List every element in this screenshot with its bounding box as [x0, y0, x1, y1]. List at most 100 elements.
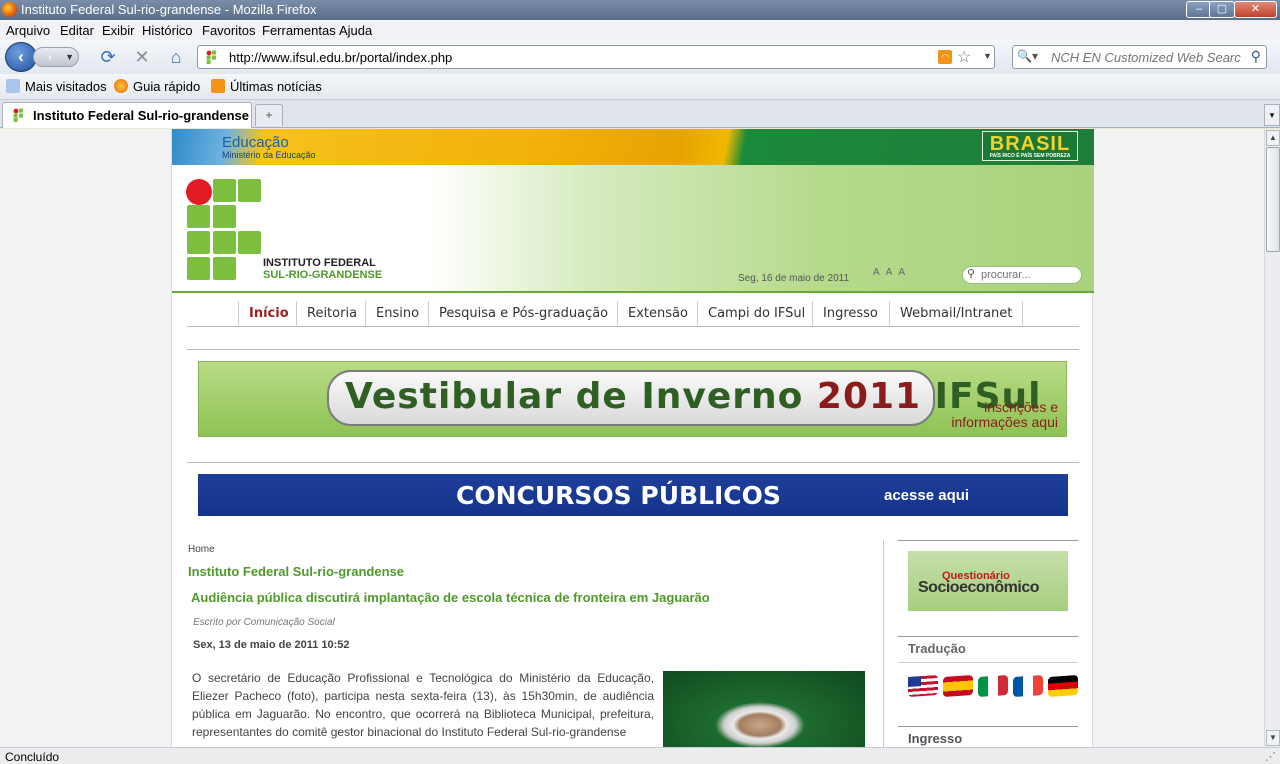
page-title: Instituto Federal Sul-rio-grandense — [188, 564, 404, 579]
scroll-down-icon[interactable]: ▼ — [1266, 730, 1280, 746]
logo-square — [213, 205, 236, 228]
nav-reitoria[interactable]: Reitoria — [296, 301, 367, 327]
reload-icon[interactable]: ⟳ — [98, 47, 118, 67]
menu-ajuda[interactable]: Ajuda — [339, 23, 372, 38]
rss-feed-icon — [211, 79, 225, 93]
bookmark-star-icon[interactable]: ☆ — [957, 47, 971, 67]
maximize-button[interactable]: ▢ — [1209, 1, 1235, 18]
us-flag-icon[interactable] — [908, 674, 938, 698]
firefox-icon — [2, 2, 17, 17]
close-button[interactable]: ✕ — [1234, 1, 1277, 18]
tab-strip: Instituto Federal Sul-rio-grandense + ▾ — [0, 100, 1280, 128]
main-navigation: Início Reitoria Ensino Pesquisa e Pós-gr… — [187, 301, 1079, 327]
article-body: O secretário de Educação Profissional e … — [192, 671, 654, 739]
url-dropdown-icon[interactable]: ▼ — [983, 51, 992, 61]
vestibular-banner-subtitle: inscrições e informações aqui — [951, 400, 1058, 430]
divider — [187, 462, 1079, 463]
logo-square — [187, 257, 210, 280]
home-icon[interactable]: ⌂ — [166, 47, 186, 67]
vestibular-sub-line2: informações aqui — [951, 414, 1058, 430]
site-search-input[interactable] — [981, 269, 1077, 281]
questionario-banner[interactable]: Questionário Socioeconômico — [908, 551, 1068, 611]
rss-feed-icon[interactable]: ◠ — [938, 50, 952, 64]
brasil-logo-text: BRASIL — [989, 133, 1071, 155]
translation-flags — [908, 674, 1078, 698]
sidebar-rule — [898, 662, 1078, 663]
window-title: Instituto Federal Sul-rio-grandense - Mo… — [21, 2, 317, 17]
tab-ifsul[interactable]: Instituto Federal Sul-rio-grandense — [2, 102, 252, 128]
status-text: Concluído — [5, 750, 60, 764]
bookmark-label: Mais visitados — [25, 79, 107, 94]
nav-ensino[interactable]: Ensino — [365, 301, 429, 327]
scroll-up-icon[interactable]: ▲ — [1266, 130, 1280, 146]
article-author: Escrito por Comunicação Social — [193, 617, 335, 628]
menu-arquivo[interactable]: Arquivo — [6, 23, 50, 38]
nav-campi[interactable]: Campi do IFSul — [697, 301, 815, 327]
site-search-box[interactable]: ⚲ — [962, 266, 1082, 284]
brasil-logo[interactable]: BRASIL PAÍS RICO É PAÍS SEM POBREZA — [982, 131, 1078, 161]
bookmarks-toolbar: Mais visitados Guia rápido Últimas notíc… — [0, 74, 1280, 100]
socioeconomico-label: Socioeconômico — [918, 579, 1040, 596]
logo-red-dot — [186, 179, 212, 205]
fr-flag-icon[interactable] — [1013, 674, 1043, 698]
tab-list-button[interactable]: ▾ — [1264, 104, 1280, 126]
search-engine-icon[interactable]: 🔍▾ — [1017, 49, 1045, 65]
breadcrumb[interactable]: Home — [188, 544, 215, 555]
logo-square — [238, 179, 261, 202]
article-headline[interactable]: Audiência pública discutirá implantação … — [191, 590, 710, 605]
menu-editar[interactable]: Editar — [60, 23, 94, 38]
bookmark-ultimas-noticias[interactable]: Últimas notícias — [211, 79, 322, 94]
nav-pesquisa[interactable]: Pesquisa e Pós-graduação — [428, 301, 618, 327]
vestibular-banner[interactable]: Vestibular de Inverno 2011 IFSul inscriç… — [198, 361, 1067, 437]
resize-grip-icon[interactable]: ⋰ — [1265, 750, 1276, 763]
vestibular-banner-title: Vestibular de Inverno 2011 IFSul — [345, 376, 1042, 417]
ingresso-heading: Ingresso — [908, 731, 963, 746]
content-viewport: Educação Ministério da Educação BRASIL PA… — [0, 129, 1264, 747]
concursos-cta: acesse aqui — [884, 487, 970, 504]
vestibular-sub-line1: inscrições e — [984, 399, 1058, 415]
vestibular-title-part: Vestibular de Inverno — [345, 376, 817, 417]
tab-label: Instituto Federal Sul-rio-grandense — [33, 108, 249, 123]
vestibular-year: 2011 — [816, 376, 922, 417]
stop-icon[interactable]: ✕ — [132, 47, 152, 67]
font-size-controls[interactable]: AAA — [873, 267, 911, 278]
divider — [187, 349, 1079, 350]
search-go-icon[interactable]: ⚲ — [1251, 48, 1261, 65]
menu-ferramentas[interactable]: Ferramentas — [262, 23, 336, 38]
web-search-input[interactable] — [1051, 49, 1241, 65]
address-bar[interactable]: http://www.ifsul.edu.br/portal/index.php… — [197, 45, 995, 69]
es-flag-icon[interactable] — [943, 674, 973, 698]
menu-bar: Arquivo Editar Exibir Histórico Favorito… — [0, 20, 1280, 40]
it-flag-icon[interactable] — [978, 674, 1008, 698]
forward-button[interactable]: › ▼ — [33, 47, 79, 67]
menu-historico[interactable]: Histórico — [142, 23, 193, 38]
menu-favoritos[interactable]: Favoritos — [202, 23, 255, 38]
de-flag-icon[interactable] — [1048, 674, 1078, 698]
url-text[interactable]: http://www.ifsul.edu.br/portal/index.php — [229, 50, 452, 65]
scroll-thumb[interactable] — [1266, 147, 1280, 252]
firefox-icon — [114, 79, 128, 93]
back-arrow-icon: ‹ — [18, 47, 24, 66]
nav-inicio[interactable]: Início — [238, 301, 299, 327]
nav-ingresso[interactable]: Ingresso — [812, 301, 888, 327]
nav-extensao[interactable]: Extensão — [617, 301, 698, 327]
menu-exibir[interactable]: Exibir — [102, 23, 135, 38]
bookmark-mais-visitados[interactable]: Mais visitados — [6, 79, 107, 94]
history-dropdown-icon[interactable]: ▼ — [65, 48, 74, 66]
site-header: INSTITUTO FEDERAL SUL-RIO-GRANDENSE Seg,… — [172, 165, 1094, 293]
gov-banner: Educação Ministério da Educação BRASIL PA… — [172, 129, 1094, 165]
gov-education-label[interactable]: Educação — [222, 134, 289, 151]
forward-arrow-icon: › — [48, 50, 52, 64]
concursos-banner[interactable]: CONCURSOS PÚBLICOS acesse aqui — [198, 474, 1068, 516]
nav-webmail[interactable]: Webmail/Intranet — [889, 301, 1024, 327]
status-bar: Concluído ⋰ — [0, 747, 1280, 764]
column-divider — [883, 540, 884, 747]
web-search-box[interactable]: 🔍▾ ⚲ — [1012, 45, 1267, 69]
bookmark-guia-rapido[interactable]: Guia rápido — [114, 79, 200, 94]
new-tab-button[interactable]: + — [255, 104, 283, 126]
article-photo — [663, 671, 865, 747]
logo-square — [213, 179, 236, 202]
site-favicon — [13, 108, 27, 122]
logo-text-line1: INSTITUTO FEDERAL — [263, 257, 376, 269]
vertical-scrollbar[interactable]: ▲ ▼ — [1264, 129, 1280, 747]
